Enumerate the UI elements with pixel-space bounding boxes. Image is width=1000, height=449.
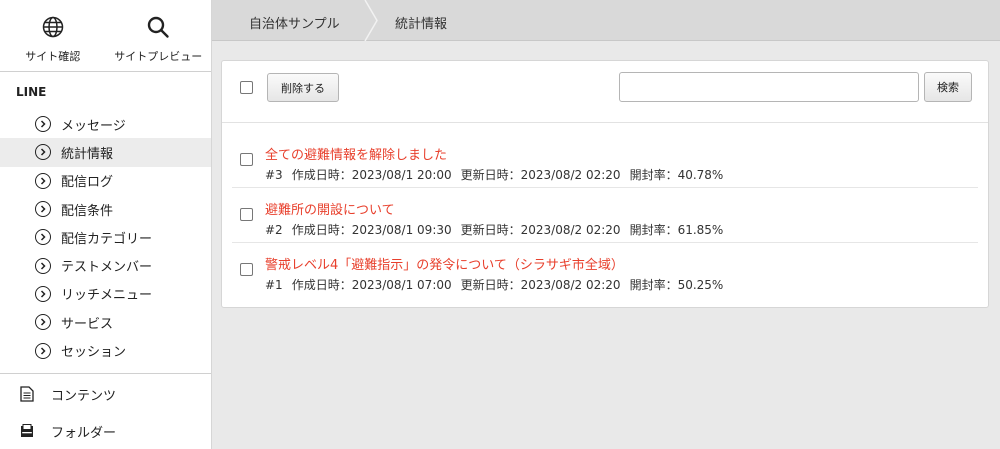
select-all-checkbox[interactable] bbox=[240, 81, 253, 94]
list-toolbar: 削除する 検索 bbox=[222, 61, 988, 123]
sidebar-item-statistics[interactable]: 統計情報 bbox=[0, 138, 211, 167]
sidebar-item-service[interactable]: サービス bbox=[0, 308, 211, 336]
breadcrumb-separator-icon bbox=[364, 0, 378, 41]
sidebar-item-folder[interactable]: フォルダー bbox=[0, 412, 211, 449]
sidebar-item-contents[interactable]: コンテンツ bbox=[0, 375, 211, 413]
site-check-button[interactable]: サイト確認 bbox=[0, 0, 106, 71]
magnifier-icon bbox=[148, 16, 169, 38]
message-id: #3 bbox=[265, 168, 283, 182]
globe-icon bbox=[42, 16, 63, 38]
message-title-link[interactable]: 避難所の開設について bbox=[265, 199, 395, 218]
open-rate: 開封率：40.78% bbox=[629, 168, 724, 182]
list-item: 警戒レベル4「避難指示」の発令について（シラサギ市全域） #1 作成日時：2023… bbox=[232, 243, 978, 298]
row-checkbox[interactable] bbox=[240, 153, 253, 166]
sidebar-item-delivery-log[interactable]: 配信ログ bbox=[0, 167, 211, 195]
search-input[interactable] bbox=[619, 72, 919, 102]
row-checkbox[interactable] bbox=[240, 263, 253, 276]
created-at: 作成日時：2023/08/1 07:00 bbox=[291, 278, 452, 292]
message-meta: #3 作成日時：2023/08/1 20:00 更新日時：2023/08/2 02:… bbox=[265, 166, 732, 183]
sidebar-item-label: フォルダー bbox=[51, 425, 117, 441]
open-rate: 開封率：50.25% bbox=[629, 278, 724, 292]
sidebar-item-session[interactable]: セッション bbox=[0, 336, 211, 364]
sidebar-item-label: テストメンバー bbox=[61, 260, 153, 276]
updated-at: 更新日時：2023/08/2 02:20 bbox=[460, 223, 621, 237]
created-at: 作成日時：2023/08/1 20:00 bbox=[291, 168, 452, 182]
site-preview-button[interactable]: サイトプレビュー bbox=[106, 0, 212, 71]
open-rate: 開封率：61.85% bbox=[629, 223, 724, 237]
chevron-right-circle-icon bbox=[35, 116, 51, 133]
chevron-right-circle-icon bbox=[35, 144, 51, 161]
chevron-right-circle-icon bbox=[35, 285, 51, 302]
message-id: #2 bbox=[265, 223, 283, 237]
sidebar-item-label: コンテンツ bbox=[51, 388, 117, 404]
chevron-right-circle-icon bbox=[35, 201, 51, 218]
sidebar-item-delivery-category[interactable]: 配信カテゴリー bbox=[0, 223, 211, 251]
sidebar-item-label: セッション bbox=[61, 345, 127, 361]
message-list-panel: 削除する 検索 全ての避難情報を解除しました #3 作成日時：2023/08/1 … bbox=[221, 60, 989, 308]
section-title-line: LINE bbox=[16, 85, 47, 99]
message-title-link[interactable]: 全ての避難情報を解除しました bbox=[265, 144, 447, 163]
sidebar-item-label: 配信条件 bbox=[61, 203, 114, 219]
site-check-label: サイト確認 bbox=[25, 50, 81, 63]
sidebar-item-label: 配信ログ bbox=[61, 175, 114, 191]
site-preview-label: サイトプレビュー bbox=[114, 50, 203, 63]
breadcrumb-item-statistics: 統計情報 bbox=[395, 17, 448, 32]
chevron-right-circle-icon bbox=[35, 314, 51, 331]
top-tools: サイト確認 サイトプレビュー bbox=[0, 0, 211, 72]
updated-at: 更新日時：2023/08/2 02:20 bbox=[460, 168, 621, 182]
created-at: 作成日時：2023/08/1 09:30 bbox=[291, 223, 452, 237]
message-meta: #2 作成日時：2023/08/1 09:30 更新日時：2023/08/2 02:… bbox=[265, 221, 732, 238]
message-id: #1 bbox=[265, 278, 283, 292]
sidebar-item-label: 統計情報 bbox=[61, 146, 114, 162]
delete-button[interactable]: 削除する bbox=[267, 73, 339, 102]
list-item: 避難所の開設について #2 作成日時：2023/08/1 09:30 更新日時：20… bbox=[232, 188, 978, 243]
folder-tray-icon bbox=[21, 424, 33, 437]
line-menu: メッセージ 統計情報 配信ログ 配信条件 配信カテゴリー テストメンバー リッチ… bbox=[0, 110, 211, 365]
chevron-right-circle-icon bbox=[35, 342, 51, 359]
list-item: 全ての避難情報を解除しました #3 作成日時：2023/08/1 20:00 更新日… bbox=[232, 133, 978, 188]
sidebar-item-label: リッチメニュー bbox=[61, 288, 153, 304]
sidebar: サイト確認 サイトプレビュー LINE メッセージ 統計情報 配信ログ 配信条件 bbox=[0, 0, 212, 449]
row-checkbox[interactable] bbox=[240, 208, 253, 221]
chevron-right-circle-icon bbox=[35, 172, 51, 189]
sidebar-item-label: 配信カテゴリー bbox=[61, 231, 153, 247]
breadcrumb: 自治体サンプル 統計情報 bbox=[212, 0, 1000, 41]
sidebar-item-label: サービス bbox=[61, 316, 114, 332]
document-icon bbox=[20, 386, 34, 402]
breadcrumb-item-site[interactable]: 自治体サンプル bbox=[249, 13, 340, 32]
chevron-right-circle-icon bbox=[35, 229, 51, 246]
message-meta: #1 作成日時：2023/08/1 07:00 更新日時：2023/08/2 02:… bbox=[265, 276, 732, 293]
sidebar-item-test-members[interactable]: テストメンバー bbox=[0, 251, 211, 279]
sidebar-item-delivery-conditions[interactable]: 配信条件 bbox=[0, 195, 211, 223]
sidebar-divider bbox=[0, 373, 211, 374]
message-title-link[interactable]: 警戒レベル4「避難指示」の発令について（シラサギ市全域） bbox=[265, 254, 624, 273]
search-button[interactable]: 検索 bbox=[924, 72, 972, 102]
sidebar-item-label: メッセージ bbox=[61, 118, 126, 134]
sidebar-item-message[interactable]: メッセージ bbox=[0, 110, 211, 138]
updated-at: 更新日時：2023/08/2 02:20 bbox=[460, 278, 621, 292]
chevron-right-circle-icon bbox=[35, 257, 51, 274]
sidebar-item-rich-menu[interactable]: リッチメニュー bbox=[0, 280, 211, 308]
